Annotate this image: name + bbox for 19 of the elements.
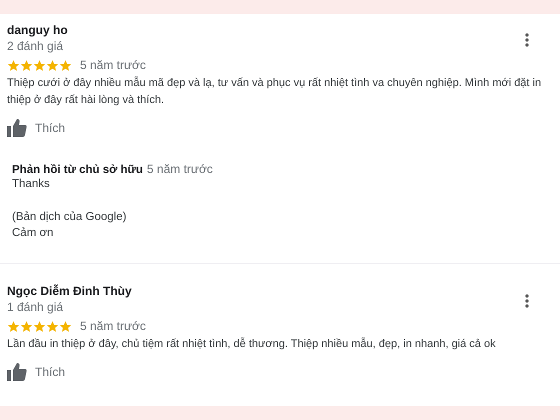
review-time: 5 năm trước	[80, 319, 146, 333]
reply-time: 5 năm trước	[146, 162, 213, 176]
review-text: Thiệp cưới ở đây nhiều mẫu mã đẹp và lạ, tư vấn và phục vụ rất nhiệt tình va chuyên nghiệp. Mình mới đặt in thiệp ở đây rất hài lòng và thích.	[7, 76, 542, 108]
thumbs-up-icon	[7, 363, 27, 381]
like-button[interactable]: Thích	[7, 119, 66, 137]
reply-translation: Cảm ơn	[12, 226, 54, 241]
more-options-icon[interactable]	[525, 33, 529, 47]
more-options-icon[interactable]	[525, 294, 529, 308]
reply-translation: (Bản dịch của Google)	[12, 210, 128, 225]
thumbs-up-icon	[7, 119, 27, 137]
review-text: Lần đầu in thiệp ở đây, chủ tiệm rất nhiệt tình, dễ thương. Thiệp nhiều mẫu, đẹp, in nhanh, giá cả ok	[7, 336, 497, 352]
owner-reply-title: Phản hồi từ chủ sở hữu	[12, 164, 143, 176]
review-count: 1 đánh giá	[7, 300, 64, 314]
like-button[interactable]: Thích	[7, 363, 66, 381]
review-time: 5 năm trước	[80, 58, 146, 72]
reviewer-name[interactable]: Ngọc Diễm Đinh Thùy	[7, 284, 132, 298]
reviewer-name[interactable]: danguy ho	[7, 23, 68, 37]
review-count: 2 đánh giá	[7, 39, 64, 53]
reply-text: Thanks	[12, 177, 51, 192]
